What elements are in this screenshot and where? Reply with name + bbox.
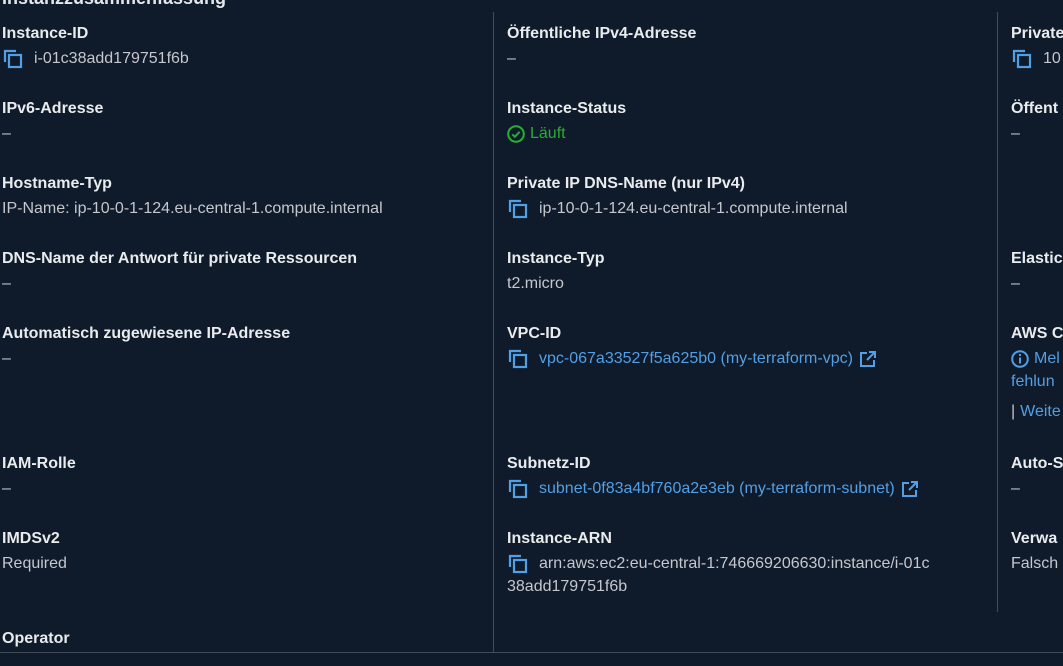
separator: | [1011, 403, 1016, 420]
more-link[interactable]: Weite [1020, 403, 1061, 420]
field-value: – [507, 50, 516, 67]
field-public-ipv4: Öffentliche IPv4-Adresse – [507, 24, 696, 69]
field-label: Instance-Status [507, 100, 627, 117]
copy-icon[interactable] [507, 554, 529, 574]
instance-id-value: i-01c38add179751f6b [34, 50, 189, 67]
field-managed: Verwa Falsch [1011, 529, 1058, 574]
field-label: Instance-Typ [507, 250, 605, 267]
field-label: Öffentliche IPv4-Adresse [507, 25, 697, 42]
field-label: Instance-ID [2, 25, 89, 42]
bottom-divider [0, 652, 1063, 653]
field-instance-arn: Instance-ARN arn:aws:ec2:eu-central-1:74… [507, 529, 929, 599]
vpc-id-link[interactable]: vpc-067a33527f5a625b0 (my-terraform-vpc) [539, 349, 853, 369]
field-label: Hostname-Typ [2, 175, 112, 192]
copy-icon[interactable] [2, 49, 24, 69]
field-private-ipv4: Private 10 [1011, 24, 1063, 69]
field-label: DNS-Name der Antwort für private Ressour… [2, 250, 358, 267]
instance-arn-line2: 38add179751f6b [507, 578, 628, 595]
field-value: – [2, 275, 11, 292]
field-value: IP-Name: ip-10-0-1-124.eu-central-1.comp… [2, 200, 383, 217]
field-value: – [1011, 480, 1020, 497]
field-label: Öffent [1011, 100, 1059, 117]
field-value: – [1011, 125, 1020, 142]
field-auto-scaling: Auto-S – [1011, 454, 1063, 499]
field-value: 10 [1011, 49, 1063, 69]
field-value: ip-10-0-1-124.eu-central-1.compute.inter… [507, 199, 848, 219]
field-label: Automatisch zugewiesene IP-Adresse [2, 325, 291, 342]
field-aws-compute: AWS C Mel fehlun | Weite [1011, 324, 1063, 424]
status-badge: Läuft [530, 125, 566, 142]
field-dns-private-resources: DNS-Name der Antwort für private Ressour… [2, 249, 357, 294]
field-label: AWS C [1011, 325, 1063, 342]
field-label: Private [1011, 25, 1063, 42]
copy-icon[interactable] [507, 349, 529, 369]
field-value: – [2, 350, 11, 367]
aws-compute-line2[interactable]: fehlun [1011, 369, 1063, 394]
field-label: IAM-Rolle [2, 455, 76, 472]
private-dns-value: ip-10-0-1-124.eu-central-1.compute.inter… [539, 200, 848, 217]
field-value: – [2, 480, 11, 497]
field-operator: Operator [2, 629, 70, 649]
field-value: t2.micro [507, 275, 564, 292]
field-value: – [2, 125, 11, 142]
check-circle-icon [507, 125, 525, 143]
field-value: Required [2, 555, 67, 572]
aws-compute-line1[interactable]: Mel [1034, 349, 1060, 369]
instance-summary-panel: Instanzzusammenfassung Instance-ID i-01c… [0, 0, 1063, 666]
field-auto-ip: Automatisch zugewiesene IP-Adresse – [2, 324, 290, 369]
copy-icon[interactable] [507, 199, 529, 219]
field-public-dns: Öffent – [1011, 99, 1058, 144]
copy-icon[interactable] [1011, 49, 1033, 69]
subnet-id-link[interactable]: subnet-0f83a4bf760a2e3eb (my-terraform-s… [539, 479, 895, 499]
field-label: Operator [2, 630, 70, 647]
column-divider [493, 12, 494, 652]
field-value: arn:aws:ec2:eu-central-1:746669206630:in… [507, 554, 929, 574]
field-instance-type: Instance-Typ t2.micro [507, 249, 605, 294]
private-ipv4-value: 10 [1043, 50, 1061, 67]
field-imdsv2: IMDSv2 Required [2, 529, 67, 574]
field-label: Private IP DNS-Name (nur IPv4) [507, 175, 746, 192]
field-iam-role: IAM-Rolle – [2, 454, 76, 499]
field-elastic-ip: Elastic – [1011, 249, 1063, 294]
field-label: Auto-S [1011, 455, 1063, 472]
field-value: subnet-0f83a4bf760a2e3eb (my-terraform-s… [507, 479, 919, 499]
field-label: Subnetz-ID [507, 455, 591, 472]
field-label: Verwa [1011, 530, 1058, 547]
section-heading: Instanzzusammenfassung [2, 0, 226, 9]
field-private-dns: Private IP DNS-Name (nur IPv4) ip-10-0-1… [507, 174, 848, 219]
field-label: IPv6-Adresse [2, 100, 104, 117]
field-value: – [1011, 275, 1020, 292]
info-icon [1011, 350, 1029, 368]
field-subnet-id: Subnetz-ID subnet-0f83a4bf760a2e3eb (my-… [507, 454, 919, 499]
external-link-icon[interactable] [859, 350, 877, 368]
instance-arn-line1: arn:aws:ec2:eu-central-1:746669206630:in… [539, 555, 930, 572]
field-value: Falsch [1011, 555, 1059, 572]
field-instance-id: Instance-ID i-01c38add179751f6b [2, 24, 189, 69]
field-label: Elastic [1011, 250, 1063, 267]
field-label: IMDSv2 [2, 530, 60, 547]
field-label: VPC-ID [507, 325, 562, 342]
field-value: i-01c38add179751f6b [2, 49, 189, 69]
copy-icon[interactable] [507, 479, 529, 499]
field-value: Mel [1011, 349, 1063, 369]
field-vpc-id: VPC-ID vpc-067a33527f5a625b0 (my-terrafo… [507, 324, 877, 369]
field-value: vpc-067a33527f5a625b0 (my-terraform-vpc) [507, 349, 877, 369]
field-instance-status: Instance-Status Läuft [507, 99, 626, 144]
field-label: Instance-ARN [507, 530, 612, 547]
field-hostname-type: Hostname-Typ IP-Name: ip-10-0-1-124.eu-c… [2, 174, 383, 219]
column-divider [997, 12, 998, 612]
field-ipv6: IPv6-Adresse – [2, 99, 103, 144]
external-link-icon[interactable] [901, 480, 919, 498]
aws-compute-more: | Weite [1011, 399, 1063, 424]
field-value: Läuft [507, 124, 626, 144]
